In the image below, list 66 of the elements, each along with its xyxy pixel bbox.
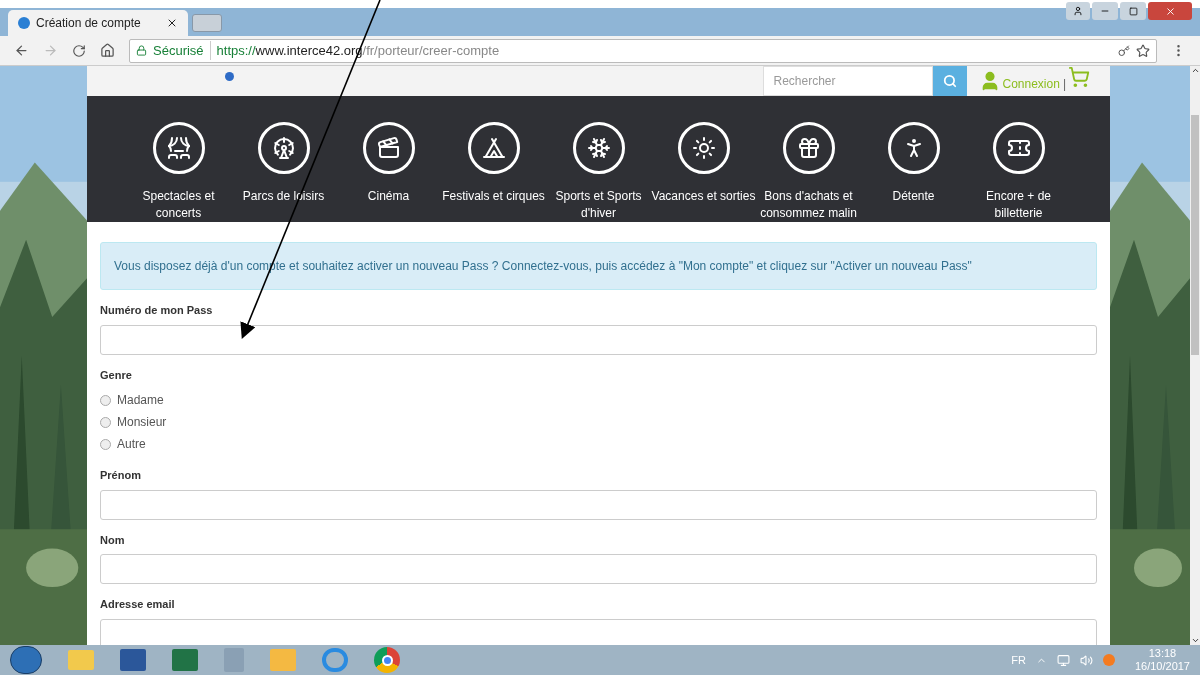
snowflake-icon [572, 122, 625, 174]
user-button[interactable] [1066, 2, 1090, 20]
browser-tab[interactable]: Création de compte [8, 10, 188, 36]
network-icon[interactable] [1056, 653, 1070, 667]
category-link[interactable]: Encore + de billetterie [966, 122, 1071, 222]
input-field[interactable] [100, 489, 1097, 520]
chrome-icon[interactable] [374, 647, 400, 673]
field-label: Nom [100, 532, 126, 548]
key-icon[interactable] [1118, 44, 1130, 57]
new-tab-button[interactable] [192, 14, 222, 32]
ticket-icon [992, 122, 1045, 174]
forward-icon[interactable] [43, 43, 58, 58]
back-icon[interactable] [14, 43, 29, 58]
sun-icon [677, 122, 730, 174]
scroll-down-icon[interactable] [1190, 636, 1200, 645]
date-text: 16/10/2017 [1134, 660, 1190, 673]
search-icon [942, 74, 957, 88]
radio-option[interactable]: Madame [100, 389, 1097, 411]
input-field[interactable] [100, 554, 1097, 584]
scrollbar[interactable] [1190, 66, 1200, 645]
category-link[interactable]: Festivals et cirques [441, 122, 546, 222]
start-button[interactable] [10, 646, 42, 674]
time-text: 13:18 [1148, 647, 1177, 660]
category-link[interactable]: Sports et Sports d'hiver [546, 122, 651, 222]
field-label: Genre [100, 367, 133, 383]
category-link[interactable]: Cinéma [336, 122, 441, 222]
minimize-button[interactable] [1092, 2, 1118, 20]
input-field[interactable] [100, 618, 1097, 645]
category-link[interactable]: Parcs de loisirs [231, 122, 336, 222]
maximize-button[interactable] [1120, 2, 1146, 20]
field-label: Adresse email [100, 597, 176, 612]
home-icon[interactable] [100, 43, 115, 58]
reload-icon[interactable] [72, 43, 86, 58]
user-icon [1073, 6, 1083, 16]
person-icon [887, 122, 940, 174]
input-field[interactable] [100, 324, 1097, 355]
secure-label: Sécurisé [153, 40, 211, 61]
radio-option[interactable]: Autre [100, 433, 1097, 455]
field-label: Numéro de mon Pass [100, 303, 214, 318]
gift-icon [782, 122, 835, 174]
radio-button[interactable] [100, 438, 111, 450]
search-button[interactable] [932, 66, 967, 96]
category-link[interactable]: Vacances et sorties [651, 122, 756, 222]
radio-button[interactable] [100, 394, 111, 406]
cart-icon[interactable] [1068, 66, 1090, 88]
close-icon [1164, 5, 1176, 17]
theater-icon [152, 122, 205, 174]
category-link[interactable]: Spectacles et concerts [126, 122, 231, 222]
tab-title: Création de compte [36, 15, 142, 32]
radio-button[interactable] [100, 416, 111, 428]
scroll-thumb[interactable] [1191, 115, 1199, 355]
volume-icon[interactable] [1079, 653, 1093, 667]
star-icon[interactable] [1136, 43, 1150, 58]
category-link[interactable]: Bons d'achats et consommez malin [756, 122, 861, 222]
lock-icon [136, 45, 147, 56]
tent-icon [467, 122, 520, 174]
close-button[interactable] [1148, 2, 1192, 20]
separator-text: | [1062, 76, 1066, 93]
clapperboard-icon [362, 122, 415, 174]
category-link[interactable]: Détente [861, 122, 966, 222]
radio-option[interactable]: Monsieur [100, 411, 1097, 433]
maximize-icon [1128, 6, 1138, 16]
close-icon[interactable] [166, 17, 178, 29]
ferris-wheel-icon [257, 122, 310, 174]
scroll-up-icon[interactable] [1190, 66, 1200, 75]
field-label: Prénom [100, 468, 142, 483]
